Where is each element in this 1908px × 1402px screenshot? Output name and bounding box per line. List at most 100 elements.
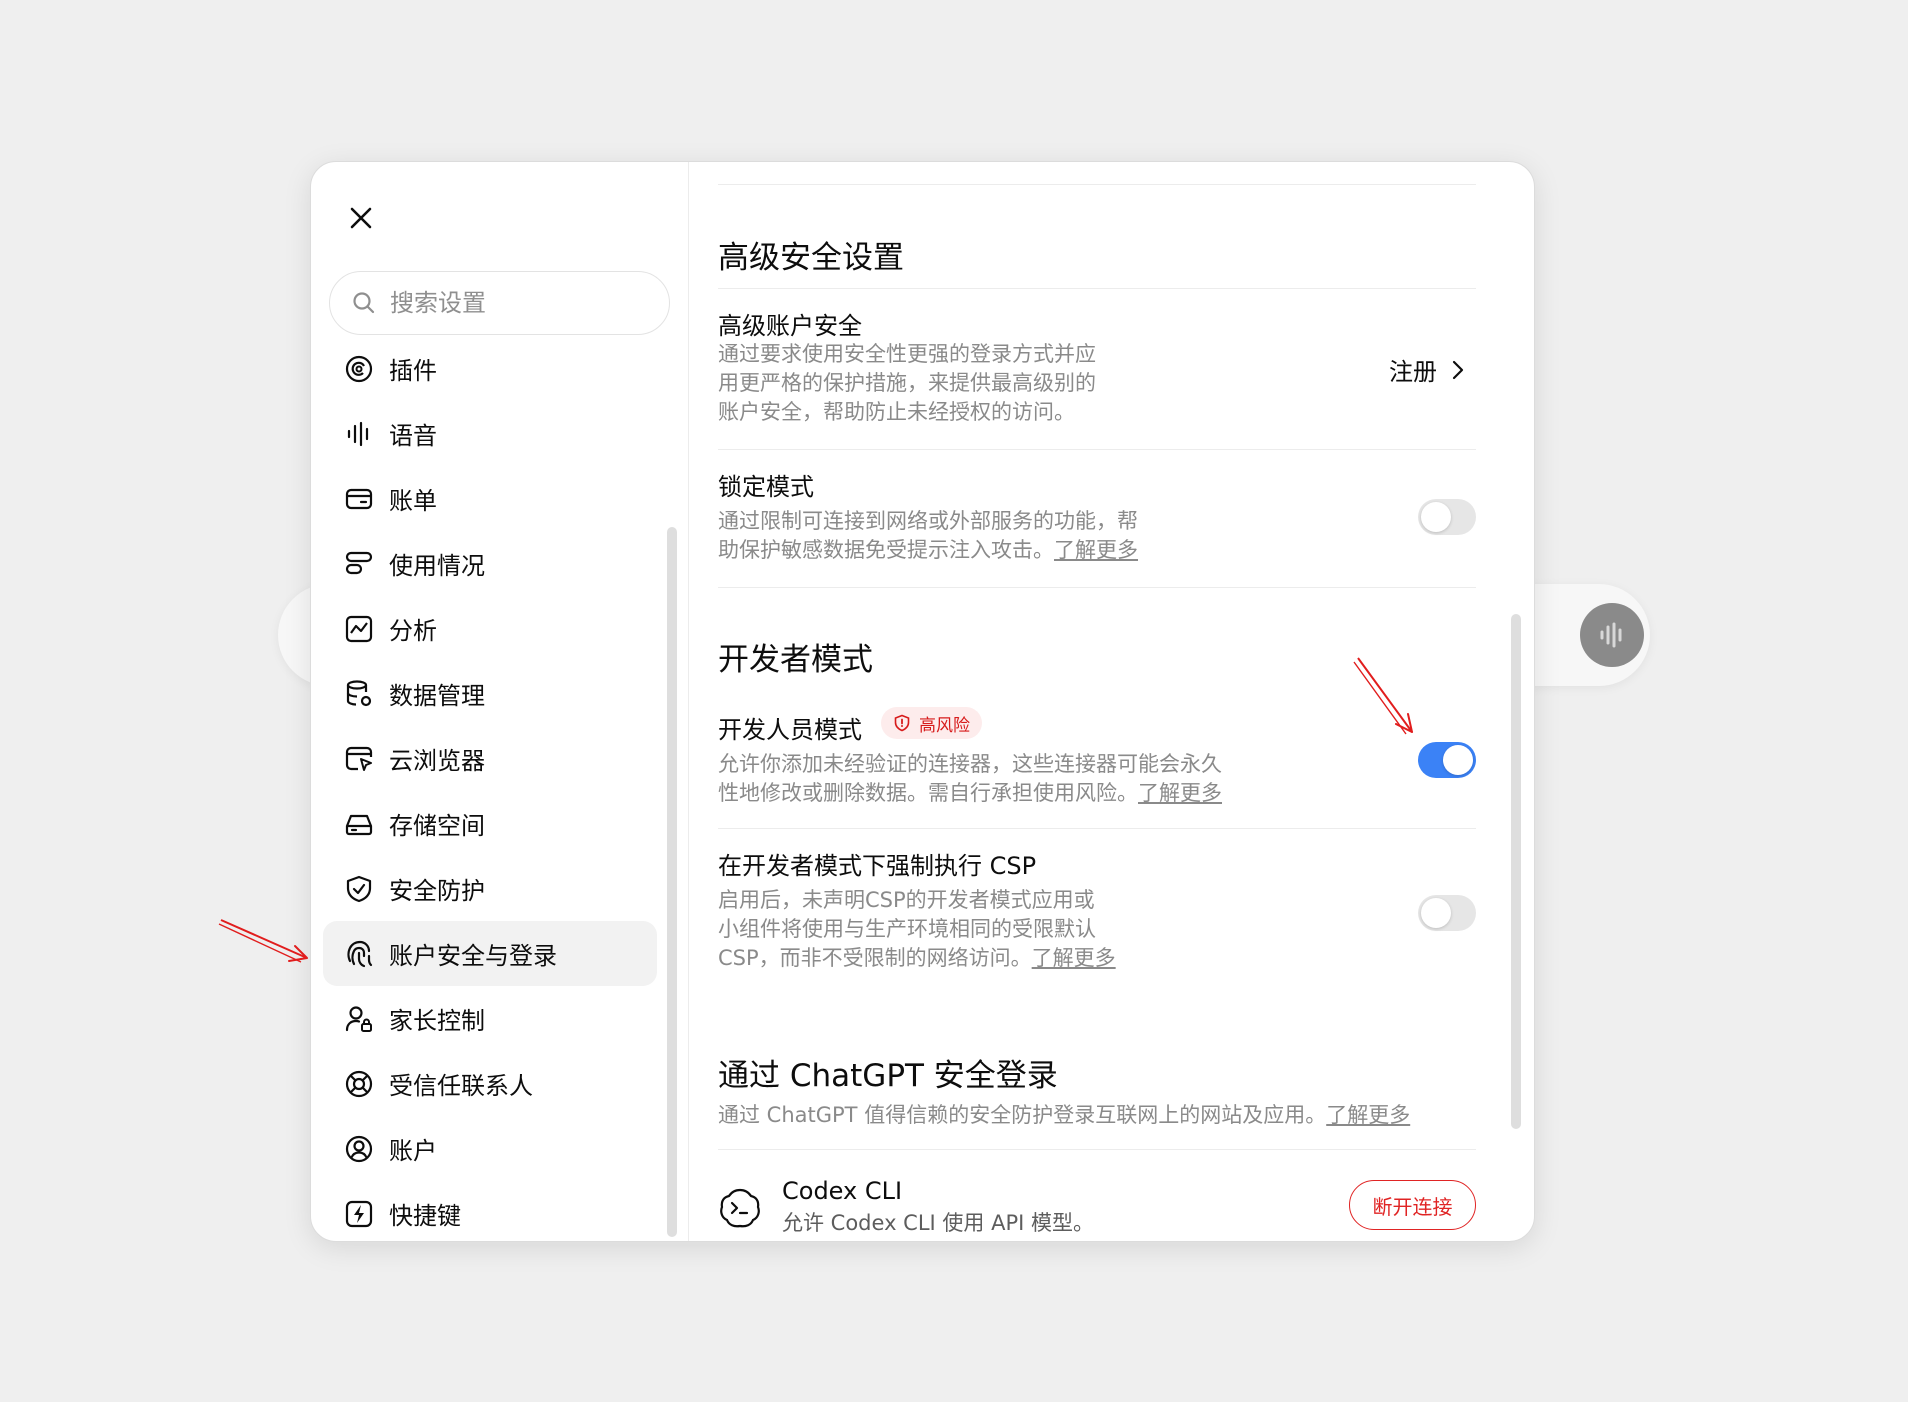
lockdown-mode-toggle[interactable] <box>1418 499 1476 535</box>
learn-more-link[interactable]: 了解更多 <box>1138 781 1222 805</box>
sidebar-nav: 插件 语音 账单 使用情况 分析 数据管理 云浏览器 存储空间 安全防护 账户安… <box>323 336 657 1241</box>
usage-icon <box>343 548 375 580</box>
database-gear-icon <box>343 678 375 710</box>
section-title-chatgpt-login: 通过 ChatGPT 安全登录 <box>718 1058 1058 1094</box>
divider <box>718 449 1476 450</box>
desc-line: 助保护敏感数据免受提示注入攻击。 <box>718 538 1054 562</box>
sidebar-item-data-controls[interactable]: 数据管理 <box>323 661 657 726</box>
close-button[interactable] <box>345 202 377 234</box>
settings-modal: 插件 语音 账单 使用情况 分析 数据管理 <box>310 161 1535 1242</box>
learn-more-link[interactable]: 了解更多 <box>1032 946 1116 970</box>
toggle-knob <box>1443 745 1473 775</box>
search-icon <box>353 292 375 314</box>
chevron-right-icon <box>1452 360 1464 379</box>
toggle-knob <box>1421 898 1451 928</box>
desc-line: 通过 ChatGPT 值得信赖的安全防护登录互联网上的网站及应用。 <box>718 1103 1327 1127</box>
desc-line: 账户安全，帮助防止未经授权的访问。 <box>718 400 1075 424</box>
content-scrollbar[interactable] <box>1511 614 1521 1129</box>
sidebar-item-security[interactable]: 安全防护 <box>323 856 657 921</box>
wallet-icon <box>343 483 375 515</box>
sidebar-item-plugins[interactable]: 插件 <box>323 336 657 401</box>
csp-enforce-desc: 启用后，未声明CSP的开发者模式应用或 小组件将使用与生产环境相同的受限默认 C… <box>718 886 1116 973</box>
codex-terminal-icon <box>718 1186 762 1230</box>
advanced-account-security-title: 高级账户安全 <box>718 312 862 340</box>
desc-line: 启用后，未声明CSP的开发者模式应用或 <box>718 888 1095 912</box>
settings-content: 高级安全设置 高级账户安全 通过要求使用安全性更强的登录方式并应 用更严格的保护… <box>689 162 1534 1241</box>
search-input[interactable] <box>390 289 650 317</box>
divider <box>718 1149 1476 1150</box>
codex-cli-name: Codex CLI <box>782 1177 903 1205</box>
high-risk-badge: 高风险 <box>881 707 982 739</box>
sidebar-item-label: 账户 <box>389 1137 437 1165</box>
csp-enforce-toggle[interactable] <box>1418 895 1476 931</box>
enroll-label: 注册 <box>1389 358 1437 386</box>
sidebar-item-label: 云浏览器 <box>389 747 485 775</box>
shield-check-icon <box>343 873 375 905</box>
divider <box>718 184 1476 185</box>
sidebar-item-label: 分析 <box>389 617 437 645</box>
sidebar-item-trusted-contacts[interactable]: 受信任联系人 <box>323 1051 657 1116</box>
enroll-button[interactable]: 注册 <box>1389 352 1471 387</box>
sidebar-item-voice[interactable]: 语音 <box>323 401 657 466</box>
sidebar-item-storage[interactable]: 存储空间 <box>323 791 657 856</box>
disconnect-button[interactable]: 断开连接 <box>1349 1180 1476 1230</box>
annotation-arrow-icon <box>218 919 308 963</box>
developer-mode-toggle[interactable] <box>1418 742 1476 778</box>
sidebar-item-label: 安全防护 <box>389 877 485 905</box>
developer-mode-title: 开发人员模式 <box>718 716 862 744</box>
analytics-icon <box>343 613 375 645</box>
section-title-developer: 开发者模式 <box>718 642 873 678</box>
desc-line: 用更严格的保护措施，来提供最高级别的 <box>718 371 1096 395</box>
fingerprint-icon <box>343 938 375 970</box>
sidebar-item-label: 插件 <box>389 357 437 385</box>
learn-more-link[interactable]: 了解更多 <box>1054 538 1138 562</box>
sidebar-item-label: 使用情况 <box>389 552 485 580</box>
section-title-advanced: 高级安全设置 <box>718 240 904 276</box>
chatgpt-login-desc: 通过 ChatGPT 值得信赖的安全防护登录互联网上的网站及应用。了解更多 <box>718 1101 1410 1130</box>
desc-line: 允许你添加未经验证的连接器，这些连接器可能会永久 <box>718 752 1222 776</box>
sidebar-item-label: 受信任联系人 <box>389 1072 533 1100</box>
sidebar-item-label: 账户安全与登录 <box>389 942 557 970</box>
sidebar-item-cloud-browser[interactable]: 云浏览器 <box>323 726 657 791</box>
desc-line: 通过限制可连接到网络或外部服务的功能，帮 <box>718 509 1138 533</box>
sidebar-item-usage[interactable]: 使用情况 <box>323 531 657 596</box>
sidebar-item-label: 语音 <box>389 422 437 450</box>
lockdown-mode-title: 锁定模式 <box>718 473 814 501</box>
desc-line: 通过要求使用安全性更强的登录方式并应 <box>718 342 1096 366</box>
storage-icon <box>343 808 375 840</box>
sidebar-scrollbar[interactable] <box>667 527 677 1237</box>
developer-mode-desc: 允许你添加未经验证的连接器，这些连接器可能会永久 性地修改或删除数据。需自行承担… <box>718 750 1222 808</box>
sidebar-item-account[interactable]: 账户 <box>323 1116 657 1181</box>
alert-shield-icon <box>894 714 910 732</box>
close-icon <box>350 207 372 229</box>
search-box[interactable] <box>329 271 670 335</box>
advanced-account-security-desc: 通过要求使用安全性更强的登录方式并应 用更严格的保护措施，来提供最高级别的 账户… <box>718 340 1096 427</box>
user-circle-icon <box>343 1133 375 1165</box>
sidebar-item-parental-controls[interactable]: 家长控制 <box>323 986 657 1051</box>
divider <box>718 828 1476 829</box>
sidebar-item-label: 存储空间 <box>389 812 485 840</box>
toggle-knob <box>1421 502 1451 532</box>
codex-cli-desc: 允许 Codex CLI 使用 API 模型。 <box>782 1211 1094 1235</box>
divider <box>718 587 1476 588</box>
voice-wave-icon <box>1600 622 1622 648</box>
voice-wave-icon <box>343 418 375 450</box>
sidebar-item-analytics[interactable]: 分析 <box>323 596 657 661</box>
sidebar-item-label: 数据管理 <box>389 682 485 710</box>
desc-line: 小组件将使用与生产环境相同的受限默认 <box>718 917 1096 941</box>
badge-label: 高风险 <box>919 715 970 736</box>
sidebar-item-billing[interactable]: 账单 <box>323 466 657 531</box>
sidebar-item-account-security-login[interactable]: 账户安全与登录 <box>323 921 657 986</box>
sidebar-item-label: 家长控制 <box>389 1007 485 1035</box>
learn-more-link[interactable]: 了解更多 <box>1326 1103 1410 1127</box>
parent-lock-icon <box>343 1003 375 1035</box>
desc-line: 性地修改或删除数据。需自行承担使用风险。 <box>718 781 1138 805</box>
voice-mode-button <box>1580 603 1644 667</box>
sidebar-item-label: 快捷键 <box>389 1202 461 1230</box>
sidebar-item-shortcuts[interactable]: 快捷键 <box>323 1181 657 1241</box>
settings-sidebar: 插件 语音 账单 使用情况 分析 数据管理 <box>311 162 689 1241</box>
sidebar-item-label: 账单 <box>389 487 437 515</box>
cloud-browser-icon <box>343 743 375 775</box>
lockdown-mode-desc: 通过限制可连接到网络或外部服务的功能，帮 助保护敏感数据免受提示注入攻击。了解更… <box>718 507 1138 565</box>
csp-enforce-title: 在开发者模式下强制执行 CSP <box>718 852 1037 880</box>
